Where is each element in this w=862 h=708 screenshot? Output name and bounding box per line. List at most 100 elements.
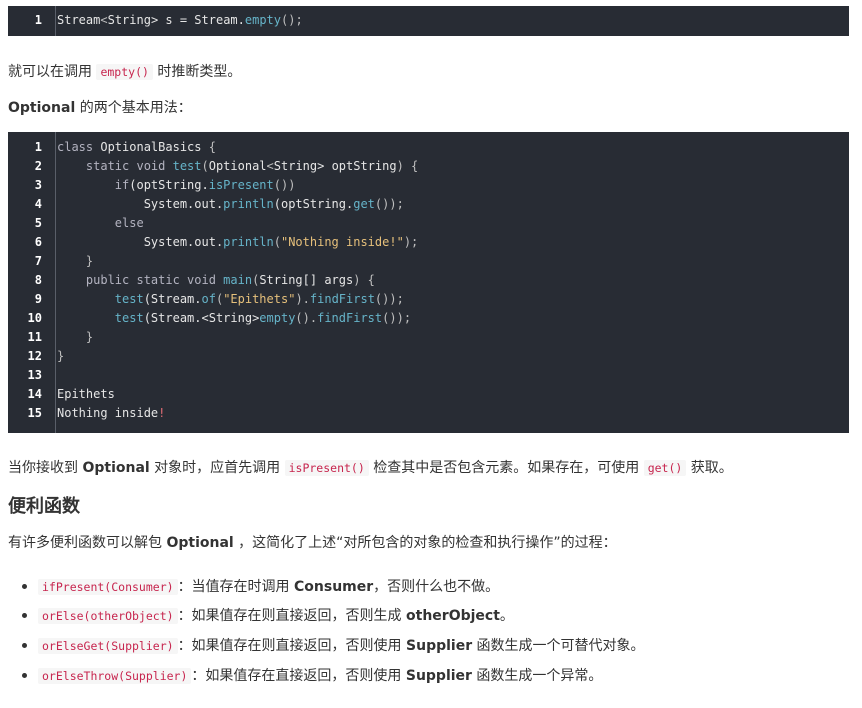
list-text: ：如果值存在则直接返回，否则生成 bbox=[177, 608, 407, 624]
paragraph-text: 对象时，应首先调用 bbox=[149, 460, 285, 476]
section-heading: 便利函数 bbox=[8, 496, 80, 517]
code-text: Stream<String> s = Stream.empty(); bbox=[57, 11, 303, 30]
inline-code: ifPresent(Consumer) bbox=[38, 579, 178, 595]
inline-code: orElse(otherObject) bbox=[38, 608, 178, 624]
code-token: empty bbox=[244, 13, 281, 27]
code-line: 9 test(Stream.of("Epithets").findFirst()… bbox=[8, 290, 849, 309]
paragraph-text: ，这简化了上述“对所包含的对象的检查和执行操作”的过程： bbox=[233, 535, 617, 551]
code-line: 8 public static void main(String[] args)… bbox=[8, 271, 849, 290]
list-text: ：如果值存在则直接返回，否则使用 bbox=[177, 638, 407, 654]
code-token: ()); bbox=[382, 311, 412, 325]
code-token: test bbox=[114, 311, 144, 325]
paragraph-text: 获取。 bbox=[686, 460, 733, 476]
paragraph-text: 当你接收到 bbox=[8, 460, 83, 476]
bullet-dot-icon bbox=[22, 612, 27, 618]
code-token: } bbox=[57, 254, 94, 268]
bold-term: Supplier bbox=[405, 668, 472, 684]
code-token: Stream bbox=[57, 13, 101, 27]
code-token: class bbox=[57, 140, 101, 154]
code-text: if(optString.isPresent()) bbox=[57, 176, 296, 195]
code-token: String bbox=[273, 159, 318, 173]
paragraph-convenience-intro: 有许多便利函数可以解包 Optional ，这简化了上述“对所包含的对象的检查和… bbox=[8, 532, 617, 552]
paragraph-optional-basics: Optional 的两个基本用法： bbox=[8, 97, 192, 117]
bullet-dot-icon bbox=[22, 672, 27, 678]
line-number: 9 bbox=[34, 292, 42, 306]
code-token: } bbox=[57, 349, 65, 363]
list-item: ifPresent(Consumer) ：当值存在时调用 Consumer，否则什… bbox=[22, 576, 499, 596]
list-item: orElse(otherObject) ：如果值存在则直接返回，否则生成 othe… bbox=[22, 605, 514, 625]
code-line: 12} bbox=[8, 347, 849, 366]
code-token: < bbox=[266, 159, 274, 173]
code-text: Nothing inside! bbox=[57, 404, 165, 423]
line-number: 15 bbox=[27, 406, 42, 420]
code-text: Epithets bbox=[57, 385, 115, 404]
line-number: 14 bbox=[27, 387, 42, 401]
code-token: System.out. bbox=[57, 235, 224, 249]
line-number: 6 bbox=[34, 235, 42, 249]
bold-term: otherObject bbox=[406, 608, 500, 624]
code-line: 7 } bbox=[8, 252, 849, 271]
code-token: "Nothing inside!" bbox=[280, 235, 404, 249]
code-token: of bbox=[201, 292, 216, 306]
line-number: 3 bbox=[34, 178, 42, 192]
line-number: 4 bbox=[34, 197, 42, 211]
code-token: findFirst bbox=[309, 292, 375, 306]
code-token: empty bbox=[259, 311, 296, 325]
list-text: 函数生成一个异常。 bbox=[471, 668, 603, 684]
list-text: ：当值存在时调用 bbox=[177, 579, 295, 595]
bullet-dot-icon bbox=[22, 583, 27, 589]
line-number: 7 bbox=[34, 254, 42, 268]
code-text: public static void main(String[] args) { bbox=[57, 271, 375, 290]
code-token: (). bbox=[295, 311, 318, 325]
line-number: 2 bbox=[34, 159, 42, 173]
inline-code: isPresent() bbox=[284, 460, 369, 476]
code-block-optional-basics: 1 class OptionalBasics {2 static void tes… bbox=[8, 132, 849, 433]
code-token: ( bbox=[201, 159, 209, 173]
list-item: orElseThrow(Supplier) ：如果值存在直接返回，否则使用 Sup… bbox=[22, 665, 602, 685]
code-text: } bbox=[57, 328, 93, 347]
code-text: test(Stream.of("Epithets").findFirst()); bbox=[57, 290, 404, 309]
code-token: System.out. bbox=[57, 197, 224, 211]
paragraph-text: 时推断类型。 bbox=[152, 64, 242, 80]
code-text: class OptionalBasics { bbox=[57, 138, 216, 157]
bold-term: Consumer bbox=[294, 579, 374, 595]
inline-code: get() bbox=[643, 460, 687, 476]
code-token: else bbox=[57, 216, 144, 230]
code-token: ()); bbox=[374, 197, 404, 211]
code-line: 1 Stream<String> s = Stream.empty(); bbox=[8, 11, 849, 30]
code-token: { bbox=[201, 140, 216, 154]
line-number: 8 bbox=[34, 273, 42, 287]
code-line: 1 class OptionalBasics { bbox=[8, 138, 849, 157]
code-text: } bbox=[57, 347, 64, 366]
code-token: get bbox=[353, 197, 375, 211]
code-token: Epithets bbox=[57, 387, 115, 401]
code-line: 11 } bbox=[8, 328, 849, 347]
bold-term: Optional bbox=[8, 100, 76, 116]
bold-term: Optional bbox=[82, 460, 150, 476]
code-token: if bbox=[57, 178, 130, 192]
code-token: ) { bbox=[353, 273, 375, 287]
code-token: public static void bbox=[57, 273, 224, 287]
code-token: } bbox=[57, 330, 94, 344]
inline-code: orElseThrow(Supplier) bbox=[38, 668, 192, 684]
paragraph-type-inference: 就可以在调用 empty() 时推断类型。 bbox=[8, 61, 241, 81]
code-token: ). bbox=[295, 292, 310, 306]
code-text: System.out.println(optString.get()); bbox=[57, 195, 404, 214]
code-token: (Stream.<String> bbox=[143, 311, 260, 325]
code-line: 10 test(Stream.<String>empty().findFirst… bbox=[8, 309, 849, 328]
paragraph-text: 检查其中是否包含元素。如果存在，可使用 bbox=[368, 460, 644, 476]
code-token: "Epithets" bbox=[223, 292, 296, 306]
code-token: ( bbox=[273, 235, 281, 249]
list-item: orElseGet(Supplier) ：如果值存在则直接返回，否则使用 Supp… bbox=[22, 635, 645, 655]
paragraph-text: 的两个基本用法： bbox=[75, 100, 192, 116]
code-line: 14 Epithets bbox=[8, 385, 849, 404]
code-token: ()) bbox=[273, 178, 296, 192]
code-text: test(Stream.<String>empty().findFirst())… bbox=[57, 309, 411, 328]
code-token: ) { bbox=[396, 159, 419, 173]
code-token: (optString. bbox=[273, 197, 354, 211]
code-token: ()); bbox=[374, 292, 404, 306]
code-token: isPresent bbox=[208, 178, 274, 192]
code-token: < bbox=[100, 13, 108, 27]
code-token: OptionalBasics bbox=[100, 140, 202, 154]
